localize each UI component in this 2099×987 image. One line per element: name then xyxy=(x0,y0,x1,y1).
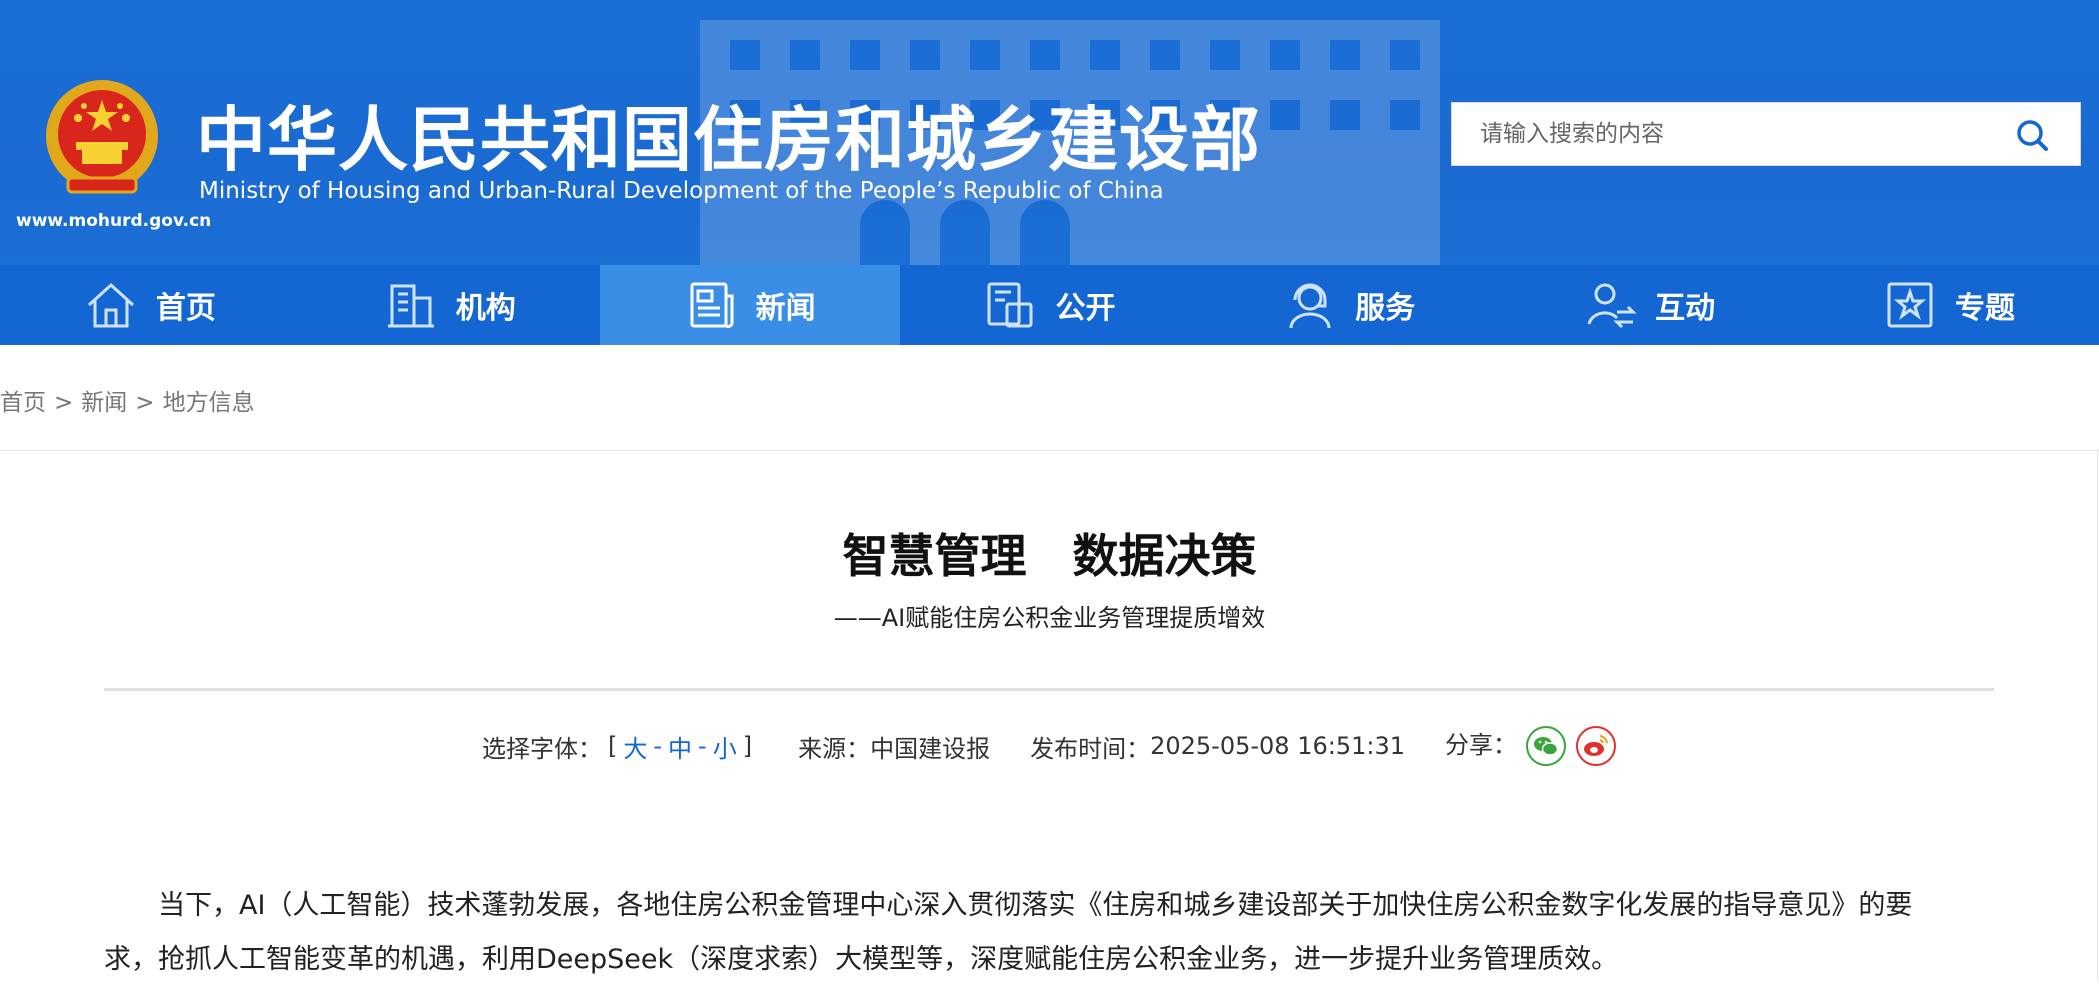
nav-label-interaction: 互动 xyxy=(1655,291,1716,326)
nav-label-news: 新闻 xyxy=(755,291,816,326)
nav-label-disclosure: 公开 xyxy=(1055,291,1116,326)
home-icon xyxy=(87,282,134,328)
site-header: www.mohurd.gov.cn 中华人民共和国住房和城乡建设部 Minist… xyxy=(0,0,2099,265)
main-nav: 首页 机构 新闻 公开 服务 互动 专题 xyxy=(0,265,2099,345)
topic-icon xyxy=(1887,282,1933,328)
interaction-icon xyxy=(1587,283,1637,329)
nav-label-home: 首页 xyxy=(155,291,216,326)
content-top-divider xyxy=(0,450,2099,451)
article-title: 智慧管理 数据决策 xyxy=(842,529,1257,583)
nav-item-home[interactable]: 首页 xyxy=(0,265,300,345)
news-icon xyxy=(690,282,734,329)
site-title-en: Ministry of Housing and Urban-Rural Deve… xyxy=(199,178,1164,204)
nav-item-institutions[interactable]: 机构 xyxy=(300,265,600,345)
source-label: 来源： xyxy=(798,734,871,763)
nav-label-topics: 专题 xyxy=(1954,291,2015,326)
font-dash: - xyxy=(698,732,707,760)
nav-label-service: 服务 xyxy=(1355,291,1416,326)
publish-time-value: 2025-05-08 16:51:31 xyxy=(1150,732,1405,760)
font-size-small-button[interactable]: 小 xyxy=(713,729,737,764)
font-size-medium-button[interactable]: 中 xyxy=(668,729,692,764)
font-size-selector: 选择字体： [ 大 - 中 - 小 ] xyxy=(482,729,758,764)
article-paragraph: 当下，AI（人工智能）技术蓬勃发展，各地住房公积金管理中心深入贯彻落实《住房和城… xyxy=(104,879,1994,987)
article-meta: 选择字体： [ 大 - 中 - 小 ] 来源： 中国建设报 发布时间： 2025… xyxy=(0,724,2099,768)
site-title-cn: 中华人民共和国住房和城乡建设部 xyxy=(196,99,1261,181)
breadcrumb-current[interactable]: 地方信息 xyxy=(163,390,255,416)
article-publish-time: 发布时间： 2025-05-08 16:51:31 xyxy=(1030,729,1405,764)
nav-label-institutions: 机构 xyxy=(455,291,516,326)
source-value: 中国建设报 xyxy=(870,734,991,763)
breadcrumb-separator: > xyxy=(54,390,74,416)
wechat-share-icon[interactable] xyxy=(1525,725,1567,767)
paragraph-line: 当下，AI（人工智能）技术蓬勃发展，各地住房公积金管理中心深入贯彻落实《住房和城… xyxy=(104,890,1913,921)
weibo-share-icon[interactable] xyxy=(1575,725,1617,767)
breadcrumb-separator: > xyxy=(135,390,155,416)
breadcrumb: 首页 > 新闻 > 地方信息 xyxy=(0,383,255,417)
search-icon[interactable] xyxy=(2014,117,2050,153)
search-input[interactable] xyxy=(1452,103,2012,165)
font-size-label: 选择字体： xyxy=(482,734,602,763)
service-icon xyxy=(1289,283,1331,329)
site-url: www.mohurd.gov.cn xyxy=(16,211,212,231)
disclosure-icon xyxy=(987,282,1033,328)
national-emblem-logo xyxy=(46,80,158,194)
font-bracket-close: ] xyxy=(742,732,753,760)
article-subtitle: ——AI赋能住房公积金业务管理提质增效 xyxy=(833,604,1266,632)
building-icon xyxy=(387,284,434,328)
publish-time-label: 发布时间： xyxy=(1030,734,1151,763)
font-bracket-open: [ xyxy=(608,732,618,760)
share-label: 分享： xyxy=(1445,730,1517,759)
paragraph-line: 求，抢抓人工智能变革的机遇，利用DeepSeek（深度求索）大模型等，深度赋能住… xyxy=(104,944,1619,975)
nav-item-topics[interactable]: 专题 xyxy=(1799,265,2099,345)
font-size-large-button[interactable]: 大 xyxy=(623,729,647,764)
nav-item-disclosure[interactable]: 公开 xyxy=(900,265,1200,345)
search-box xyxy=(1451,102,2081,166)
share-group: 分享： xyxy=(1445,725,1617,767)
nav-item-news[interactable]: 新闻 xyxy=(599,265,900,345)
article-divider xyxy=(104,688,1994,691)
breadcrumb-home[interactable]: 首页 xyxy=(0,390,46,416)
nav-item-interaction[interactable]: 互动 xyxy=(1499,265,1799,345)
nav-item-service[interactable]: 服务 xyxy=(1199,265,1499,345)
font-dash: - xyxy=(653,732,663,760)
breadcrumb-news[interactable]: 新闻 xyxy=(81,390,127,416)
article-source: 来源： 中国建设报 xyxy=(798,729,990,764)
